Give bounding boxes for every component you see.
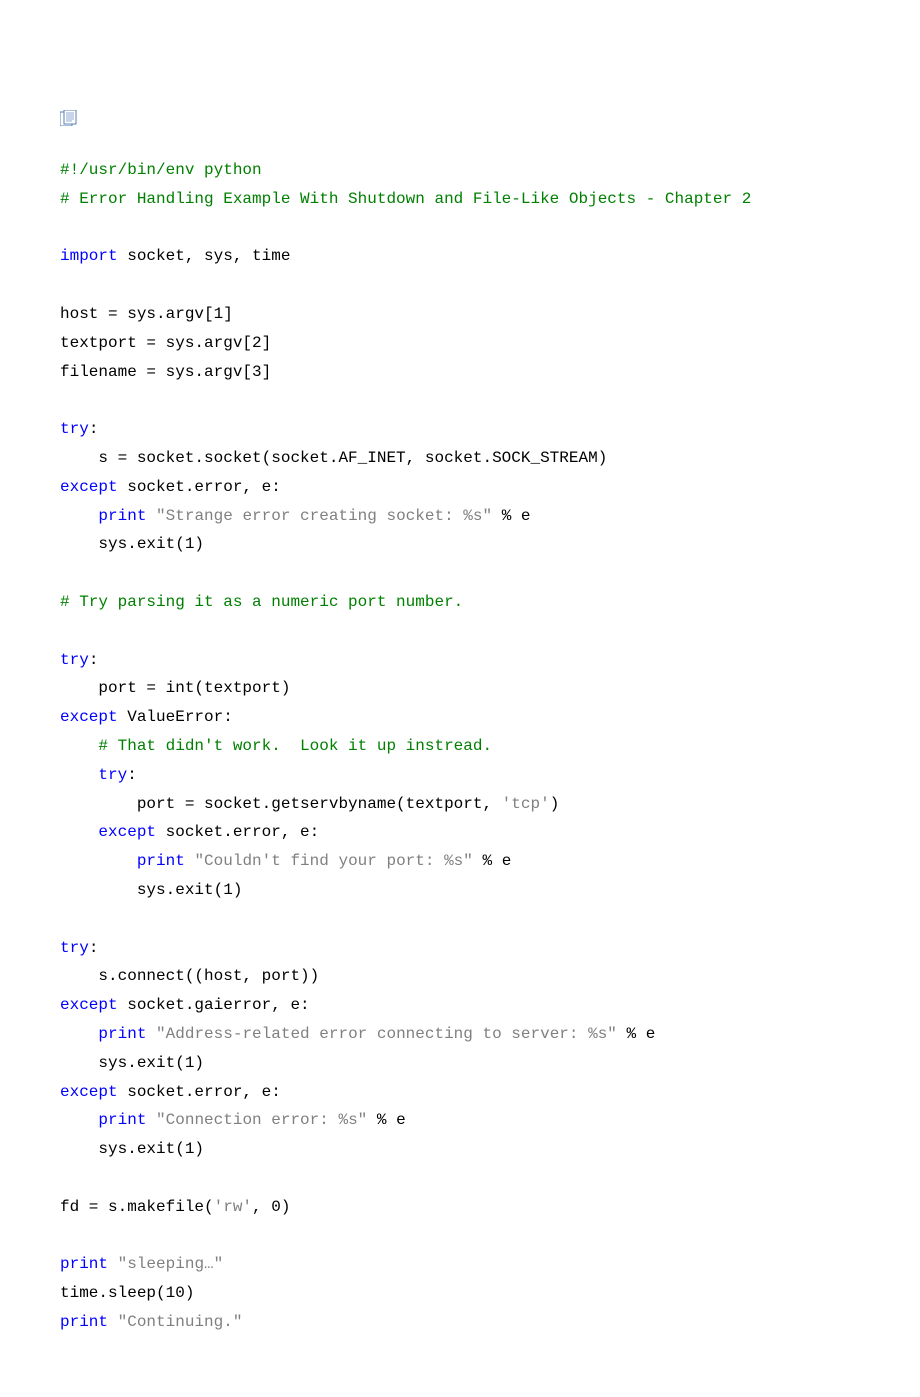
code-token: : [89, 420, 99, 438]
code-token: print [98, 1111, 146, 1129]
code-token [60, 766, 98, 784]
code-token: % e [617, 1025, 655, 1043]
code-token: except [60, 708, 118, 726]
code-token: # Error Handling Example With Shutdown a… [60, 190, 751, 208]
code-token: socket, sys, time [118, 247, 291, 265]
code-token: ) [550, 795, 560, 813]
code-token: try [60, 939, 89, 957]
code-token: except [98, 823, 156, 841]
copy-stack-icon [60, 110, 860, 126]
code-token: filename = sys.argv[3] [60, 363, 271, 381]
code-token: : [89, 939, 99, 957]
code-token: ValueError: [118, 708, 233, 726]
code-token: try [98, 766, 127, 784]
code-block: #!/usr/bin/env python # Error Handling E… [60, 156, 860, 1337]
code-token: s.connect((host, port)) [60, 967, 319, 985]
code-token: print [98, 1025, 146, 1043]
code-token [60, 1111, 98, 1129]
code-token: host = sys.argv[1] [60, 305, 233, 323]
code-token [146, 1111, 156, 1129]
code-token: , 0) [252, 1198, 290, 1216]
code-token: time.sleep(10) [60, 1284, 194, 1302]
code-token: port = int(textport) [60, 679, 290, 697]
code-token [146, 507, 156, 525]
code-token: try [60, 651, 89, 669]
code-token: : [89, 651, 99, 669]
code-token [60, 852, 137, 870]
code-token: import [60, 247, 118, 265]
code-token: % e [367, 1111, 405, 1129]
document-page: #!/usr/bin/env python # Error Handling E… [0, 0, 920, 1397]
code-token: : [127, 766, 137, 784]
code-token: fd = s.makefile( [60, 1198, 214, 1216]
code-token: 'rw' [214, 1198, 252, 1216]
code-token: 'tcp' [502, 795, 550, 813]
code-token: print [98, 507, 146, 525]
code-token: sys.exit(1) [60, 1140, 204, 1158]
code-token: "Couldn't find your port: %s" [194, 852, 472, 870]
code-token: "sleeping…" [118, 1255, 224, 1273]
code-token: # That didn't work. Look it up instread. [98, 737, 492, 755]
code-token: # Try parsing it as a numeric port numbe… [60, 593, 463, 611]
code-token: "Connection error: %s" [156, 1111, 367, 1129]
code-token: try [60, 420, 89, 438]
code-token: sys.exit(1) [60, 881, 242, 899]
code-token [60, 1025, 98, 1043]
code-token: sys.exit(1) [60, 1054, 204, 1072]
code-token: print [60, 1255, 108, 1273]
code-token: except [60, 478, 118, 496]
code-token: port = socket.getservbyname(textport, [60, 795, 502, 813]
code-token: print [137, 852, 185, 870]
code-token: "Continuing." [118, 1313, 243, 1331]
code-token: #!/usr/bin/env python [60, 161, 262, 179]
code-token [60, 823, 98, 841]
code-token: socket.error, e: [118, 478, 281, 496]
code-token [185, 852, 195, 870]
code-token: except [60, 1083, 118, 1101]
code-token: socket.error, e: [118, 1083, 281, 1101]
code-token [60, 507, 98, 525]
code-token: % e [473, 852, 511, 870]
code-token: "Address-related error connecting to ser… [156, 1025, 617, 1043]
code-token [108, 1255, 118, 1273]
code-token: s = socket.socket(socket.AF_INET, socket… [60, 449, 607, 467]
code-token: textport = sys.argv[2] [60, 334, 271, 352]
code-token [108, 1313, 118, 1331]
code-token: socket.gaierror, e: [118, 996, 310, 1014]
icon-row [60, 110, 860, 126]
code-token: "Strange error creating socket: %s" [156, 507, 492, 525]
code-token: except [60, 996, 118, 1014]
code-token: sys.exit(1) [60, 535, 204, 553]
code-token [146, 1025, 156, 1043]
code-token [60, 737, 98, 755]
code-token: % e [492, 507, 530, 525]
code-token: print [60, 1313, 108, 1331]
code-token: socket.error, e: [156, 823, 319, 841]
